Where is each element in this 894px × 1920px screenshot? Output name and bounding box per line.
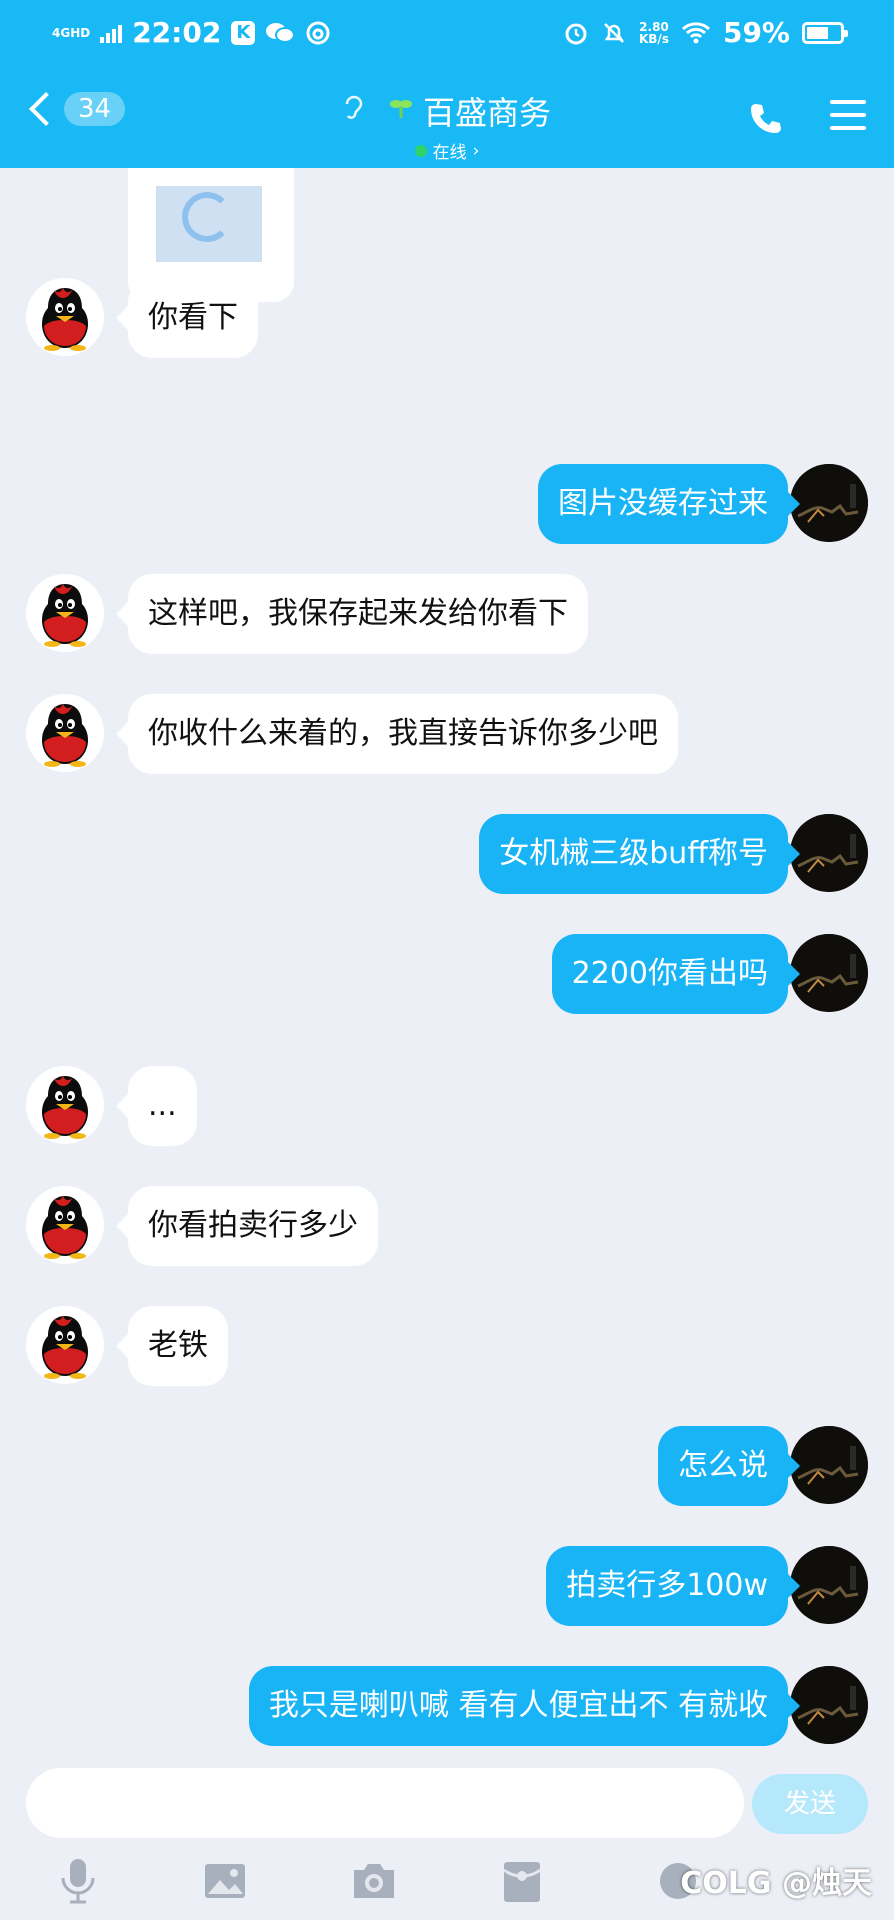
message-bubble[interactable]: 图片没缓存过来 xyxy=(538,464,800,544)
my-avatar[interactable] xyxy=(790,1426,868,1504)
incoming-message: ... xyxy=(0,1066,894,1146)
my-avatar[interactable] xyxy=(790,464,868,542)
contact-avatar[interactable] xyxy=(26,574,104,652)
incoming-message: 这样吧，我保存起来发给你看下 xyxy=(0,574,894,654)
my-avatar[interactable] xyxy=(790,1666,868,1744)
input-bar: 发送 COLG @烛天 xyxy=(0,1768,894,1920)
my-avatar[interactable] xyxy=(790,1546,868,1624)
message-bubble[interactable]: 老铁 xyxy=(116,1306,228,1386)
signal-icon xyxy=(100,23,123,43)
contact-avatar[interactable] xyxy=(26,1066,104,1144)
clock: 22:02 xyxy=(132,16,222,49)
ear-icon xyxy=(343,93,365,130)
outgoing-message: 女机械三级buff称号 xyxy=(0,814,894,894)
status-chevron-icon: › xyxy=(472,140,480,161)
contact-avatar[interactable] xyxy=(26,278,104,356)
outgoing-message: 图片没缓存过来 xyxy=(0,464,894,544)
outgoing-message: 我只是喇叭喊 看有人便宜出不 有就收 xyxy=(0,1666,894,1746)
message-bubble[interactable]: 这样吧，我保存起来发给你看下 xyxy=(116,574,588,654)
red-packet-icon[interactable] xyxy=(502,1856,542,1906)
battery-percent: 59% xyxy=(722,16,790,49)
my-avatar[interactable] xyxy=(790,934,868,1012)
data-speed: 2.80 KB/s xyxy=(638,19,669,46)
message-list[interactable]: 你看下图片没缓存过来这样吧，我保存起来发给你看下你收什么来着的，我直接告诉你多少… xyxy=(0,168,894,1768)
message-bubble[interactable]: 女机械三级buff称号 xyxy=(479,814,800,894)
image-icon[interactable] xyxy=(202,1856,248,1906)
message-bubble[interactable]: 2200你看出吗 xyxy=(551,934,801,1014)
contact-avatar[interactable] xyxy=(26,1186,104,1264)
k-app-icon: K xyxy=(231,20,256,45)
phone-call-button[interactable] xyxy=(748,100,784,136)
online-dot-icon xyxy=(414,144,427,157)
contact-avatar[interactable] xyxy=(26,1306,104,1384)
send-button[interactable]: 发送 xyxy=(752,1774,868,1834)
message-bubble[interactable]: 你收什么来着的，我直接告诉你多少吧 xyxy=(116,694,678,774)
wechat-icon xyxy=(266,22,296,43)
input-toolbar: COLG @烛天 xyxy=(0,1856,894,1916)
message-bubble[interactable]: 你看下 xyxy=(116,278,258,358)
my-avatar[interactable] xyxy=(790,814,868,892)
incoming-message: 老铁 xyxy=(0,1306,894,1386)
message-input[interactable] xyxy=(26,1768,744,1838)
contact-name: 百盛商务 xyxy=(422,94,551,132)
alarm-icon xyxy=(565,23,587,44)
message-bubble[interactable]: 我只是喇叭喊 看有人便宜出不 有就收 xyxy=(248,1666,801,1746)
battery-icon xyxy=(802,21,848,44)
message-bubble[interactable]: 怎么说 xyxy=(658,1426,800,1506)
outgoing-message: 2200你看出吗 xyxy=(0,934,894,1014)
netease-music-icon xyxy=(306,21,330,44)
menu-button[interactable] xyxy=(830,100,866,132)
incoming-message: 你看拍卖行多少 xyxy=(0,1186,894,1266)
incoming-message: 你看下 xyxy=(0,278,894,358)
chat-header: 34 百盛商务 在线 › xyxy=(0,70,894,168)
watermark: COLG @烛天 xyxy=(680,1866,872,1901)
contact-avatar[interactable] xyxy=(26,694,104,772)
incoming-message: 你收什么来着的，我直接告诉你多少吧 xyxy=(0,694,894,774)
network-type: 4GHD xyxy=(52,25,91,40)
message-bubble[interactable]: ... xyxy=(116,1066,197,1146)
outgoing-message: 怎么说 xyxy=(0,1426,894,1506)
sprout-icon xyxy=(389,96,413,127)
outgoing-message: 拍卖行多100w xyxy=(0,1546,894,1626)
status-bar: 4GHD 22:02 K 2.80 KB/s 59% xyxy=(0,0,894,70)
mute-bell-icon xyxy=(604,22,624,43)
message-bubble[interactable]: 拍卖行多100w xyxy=(546,1546,800,1626)
image-placeholder-icon xyxy=(156,186,262,262)
phone-icon xyxy=(751,104,781,133)
message-bubble[interactable]: 你看拍卖行多少 xyxy=(116,1186,378,1266)
wifi-icon xyxy=(681,21,710,43)
online-status: 在线 xyxy=(432,143,467,163)
camera-icon[interactable] xyxy=(350,1856,398,1906)
microphone-icon[interactable] xyxy=(56,1856,100,1906)
